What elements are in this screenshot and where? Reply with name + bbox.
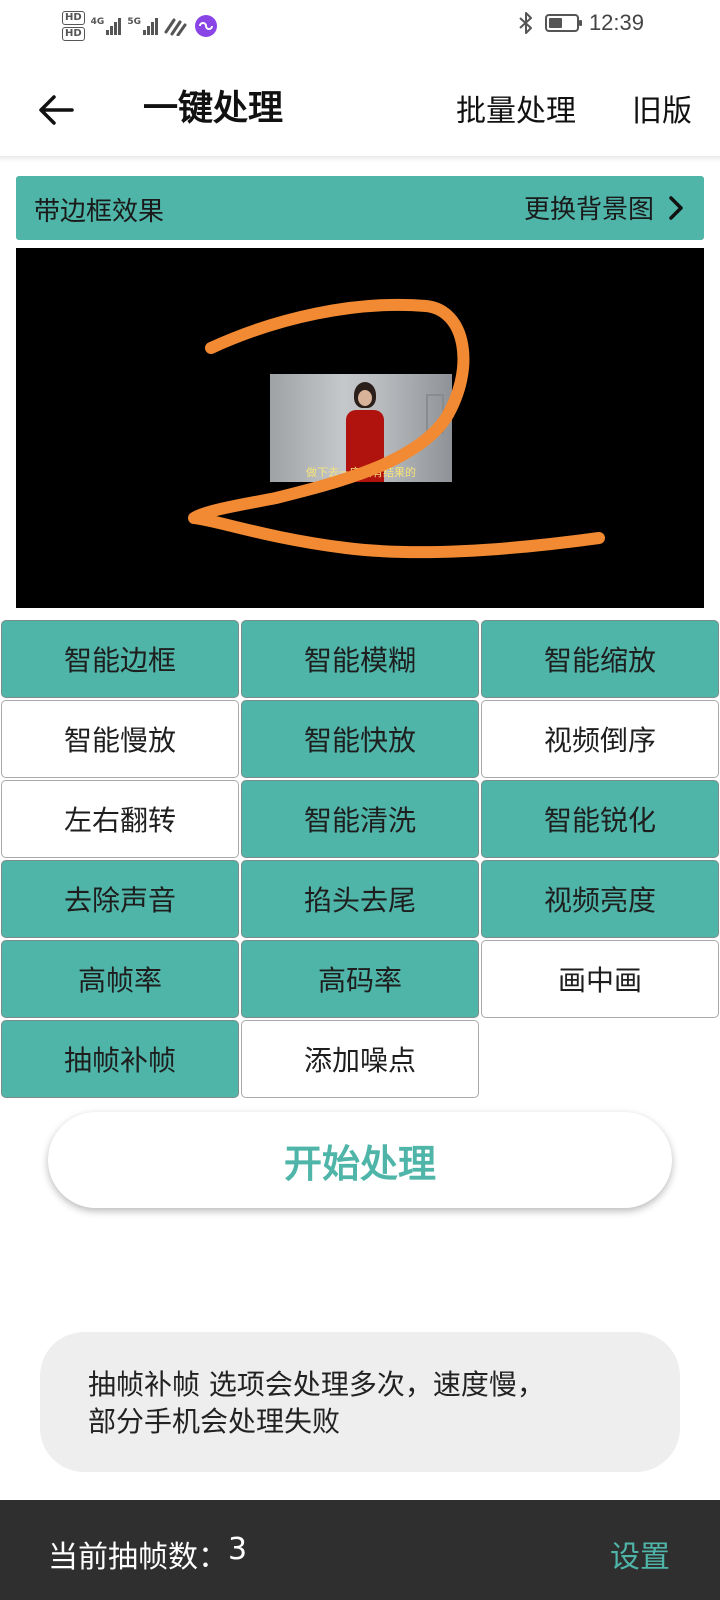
batch-process-button[interactable]: 批量处理 [456,86,576,130]
change-background-button[interactable]: 更换背景图 [524,189,684,226]
option-button[interactable]: 视频倒序 [481,700,719,778]
toast-line-1: 抽帧补帧 选项会处理多次，速度慢， [88,1368,545,1401]
wifi-signal-icon [164,18,187,36]
option-button[interactable]: 智能快放 [241,700,479,778]
option-button[interactable]: 智能清洗 [241,780,479,858]
network-type-1: 4G [90,17,105,27]
signal-bars-icon [106,17,122,35]
arrow-left-icon [39,95,74,125]
status-bar: HD HD 4G 5G 12:39 [0,0,720,50]
change-background-label: 更换背景图 [523,195,654,225]
scribble-annotation [188,298,605,559]
option-button[interactable]: 去除声音 [1,860,239,938]
bottom-bar: 当前抽帧数： 3 设置 [0,1500,720,1600]
toast-message: 抽帧补帧 选项会处理多次，速度慢， 部分手机会处理失败 [40,1332,680,1472]
page-title: 一键处理 [143,89,284,129]
hd1-badge: HD [62,11,85,25]
status-right: 12:39 [517,10,644,36]
frame-count-label: 当前抽帧数： [48,1540,228,1575]
frame-effect-label: 带边框效果 [34,197,165,227]
video-preview[interactable]: 做下去一定会有结果的 [16,248,704,608]
clock: 12:39 [588,10,644,35]
option-button[interactable]: 掐头去尾 [241,860,479,938]
option-button[interactable]: 高帧率 [1,940,239,1018]
option-button[interactable]: 智能慢放 [1,700,239,778]
header-divider [0,156,720,162]
signal-sim1: 4G [91,17,122,35]
signal-sim2: 5G [127,17,158,35]
start-processing-button[interactable]: 开始处理 [48,1112,672,1208]
top-app-bar: 一键处理 批量处理 旧版 [0,60,720,156]
old-version-button[interactable]: 旧版 [632,86,692,130]
option-button[interactable]: 智能缩放 [481,620,719,698]
battery-icon [544,14,582,32]
battery-fill [548,18,562,28]
back-button[interactable] [28,82,84,138]
option-button[interactable]: 画中画 [481,940,719,1018]
option-button[interactable]: 智能模糊 [241,620,479,698]
frame-count-text: 当前抽帧数： 3 [48,1532,247,1576]
settings-button[interactable]: 设置 [610,1532,670,1576]
chevron-right-icon [669,195,683,220]
app-notification-icon [194,15,217,37]
hd-indicators: HD HD [62,11,85,41]
option-button[interactable]: 添加噪点 [241,1020,479,1098]
option-button[interactable]: 高码率 [241,940,479,1018]
toast-line-2: 部分手机会处理失败 [88,1405,341,1438]
frame-effect-bar: 带边框效果 更换背景图 [16,176,704,240]
option-button[interactable]: 左右翻转 [1,780,239,858]
option-button[interactable]: 抽帧补帧 [1,1020,239,1098]
hd2-badge: HD [62,27,85,41]
network-type-2: 5G [127,17,141,27]
bluetooth-icon [519,12,532,34]
option-button[interactable]: 智能锐化 [481,780,719,858]
signal-bars-icon [142,17,158,35]
option-button[interactable]: 智能边框 [1,620,239,698]
option-button[interactable]: 视频亮度 [481,860,719,938]
frame-count-value: 3 [228,1532,248,1567]
status-left: HD HD 4G 5G [62,6,218,46]
